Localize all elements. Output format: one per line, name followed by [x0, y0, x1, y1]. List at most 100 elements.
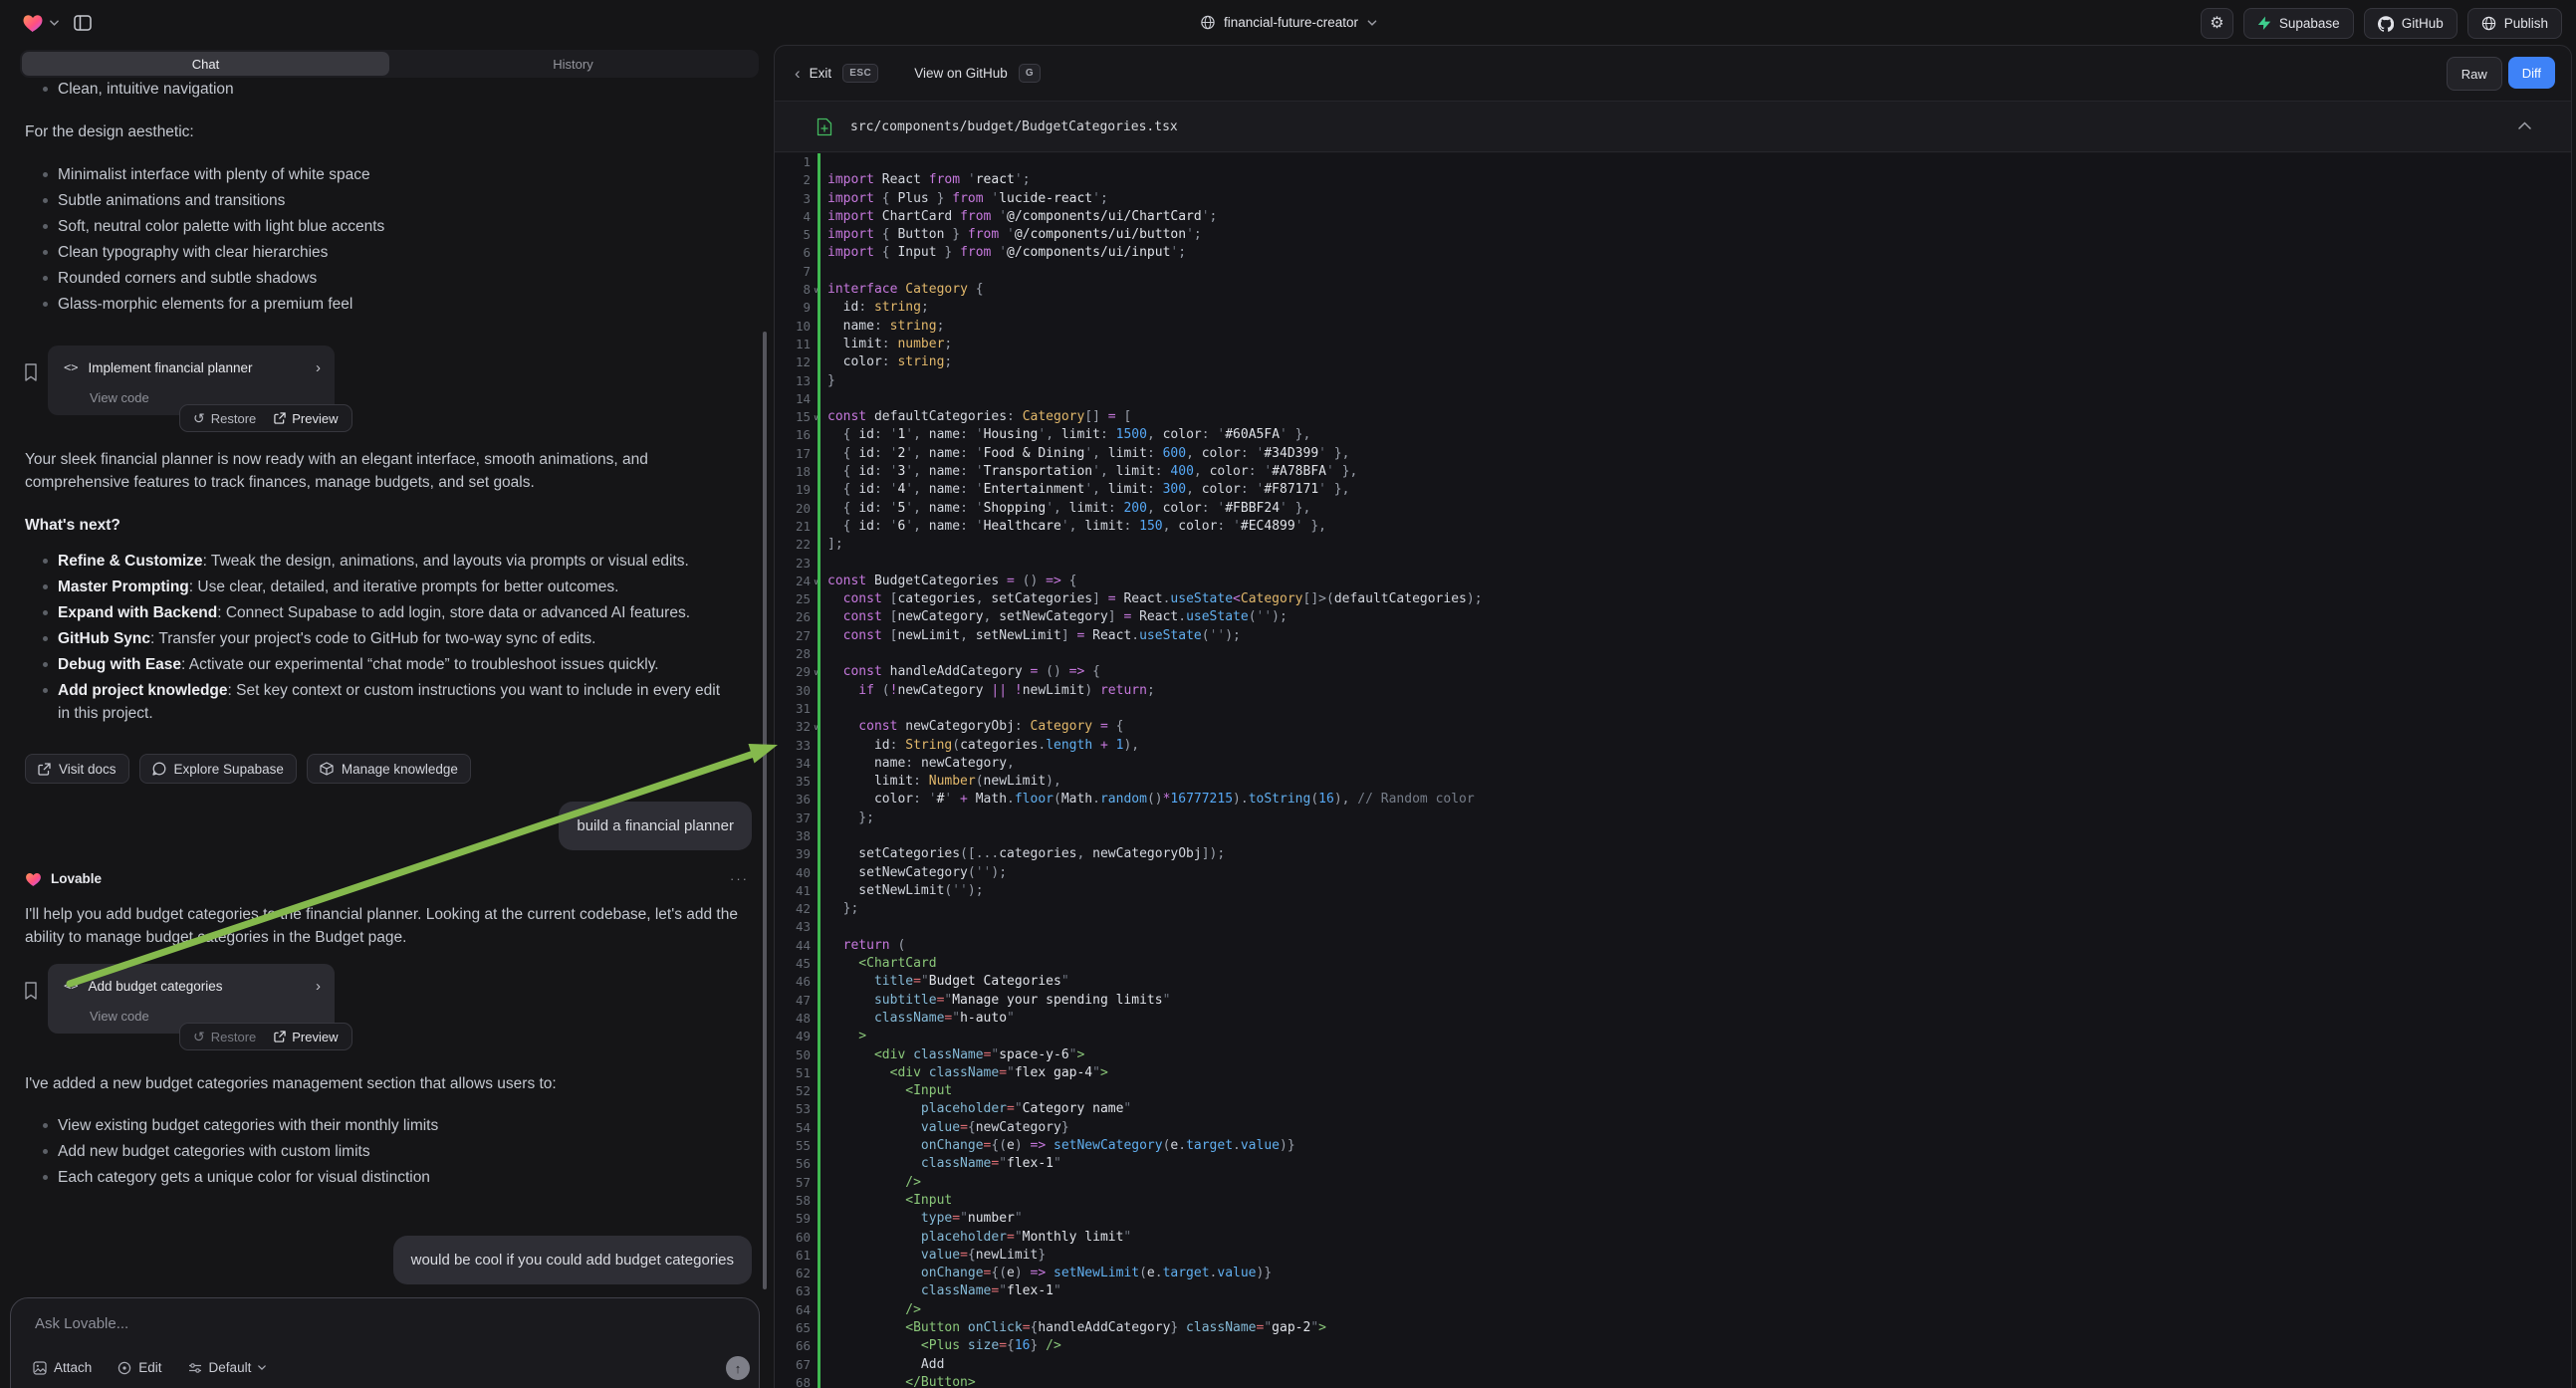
preview-button[interactable]: Preview: [274, 407, 338, 430]
line-number: 58: [775, 1192, 811, 1210]
restore-button[interactable]: ↺ Restore: [193, 407, 256, 430]
view-on-github-button[interactable]: View on GitHub: [914, 66, 1008, 81]
supabase-icon: [2257, 16, 2271, 31]
line-number: 53: [775, 1100, 811, 1118]
code-line: 50 <div className="space-y-6">: [775, 1046, 2571, 1064]
line-number: 44: [775, 937, 811, 955]
code-line: 2import React from 'react';: [775, 171, 2571, 189]
line-number: 39: [775, 845, 811, 863]
line-number: 19: [775, 481, 811, 499]
lovable-heart-icon: [25, 871, 42, 887]
edit-mode-button[interactable]: Edit: [117, 1356, 161, 1379]
list-item: Refine & Customize: Tweak the design, an…: [30, 550, 727, 573]
bookmark-icon[interactable]: [24, 363, 38, 381]
chevron-down-icon: [50, 20, 59, 26]
raw-button[interactable]: Raw: [2447, 57, 2502, 91]
toggle-sidebar-button[interactable]: [68, 8, 97, 37]
code-line: 52 <Input: [775, 1082, 2571, 1100]
manage-knowledge-label: Manage knowledge: [342, 758, 458, 781]
project-switcher[interactable]: financial-future-creator: [1200, 0, 1376, 45]
external-link-icon: [274, 1031, 286, 1042]
publish-button[interactable]: Publish: [2467, 8, 2562, 39]
code-line: 48 className="h-auto": [775, 1010, 2571, 1028]
explore-supabase-button[interactable]: Explore Supabase: [139, 754, 297, 784]
line-number: 9: [775, 299, 811, 317]
line-number: 60: [775, 1229, 811, 1247]
line-number: 7: [775, 263, 811, 281]
visit-docs-button[interactable]: Visit docs: [25, 754, 129, 784]
line-number: 42: [775, 900, 811, 918]
supabase-button[interactable]: Supabase: [2243, 8, 2354, 39]
tab-chat[interactable]: Chat: [22, 52, 389, 76]
diff-added-gutter: [818, 153, 820, 1388]
code-line: 42 };: [775, 900, 2571, 918]
message-menu-button[interactable]: ···: [730, 867, 749, 890]
chevron-down-icon: [1367, 20, 1376, 26]
restore-label: Restore: [211, 407, 257, 430]
chat-input[interactable]: [33, 1314, 535, 1333]
gear-icon: ⚙: [2210, 16, 2224, 32]
raw-diff-toggle: Raw Diff: [2447, 57, 2555, 91]
code-line: 58 <Input: [775, 1192, 2571, 1210]
version-card-title: Implement financial planner: [88, 356, 302, 379]
code-line: 9 id: string;: [775, 299, 2571, 317]
code-line: 28: [775, 645, 2571, 663]
version-actions: ↺ Restore Preview: [179, 404, 352, 432]
next-steps-list: Refine & Customize: Tweak the design, an…: [30, 550, 727, 728]
code-line: 57 />: [775, 1174, 2571, 1192]
list-item: Master Prompting: Use clear, detailed, a…: [30, 576, 727, 598]
preview-button[interactable]: Preview: [274, 1026, 338, 1048]
preview-label: Preview: [292, 407, 338, 430]
edit-label: Edit: [138, 1356, 161, 1379]
file-path-bar[interactable]: src/components/budget/BudgetCategories.t…: [775, 101, 2571, 152]
line-number: 3: [775, 190, 811, 208]
line-number: 4: [775, 208, 811, 226]
line-number: 20: [775, 500, 811, 518]
list-item: Clean typography with clear hierarchies: [30, 241, 732, 264]
restore-icon: ↺: [193, 1030, 205, 1043]
diff-button[interactable]: Diff: [2508, 57, 2555, 89]
list-item: Add project knowledge: Set key context o…: [30, 679, 727, 725]
code-line: 8∨interface Category {: [775, 281, 2571, 299]
send-button[interactable]: ↑: [726, 1356, 750, 1380]
back-chevron-icon[interactable]: ‹: [795, 64, 801, 84]
code-line: 1: [775, 153, 2571, 171]
list-item: Subtle animations and transitions: [30, 189, 732, 212]
line-number: 36: [775, 791, 811, 809]
code-line: 38: [775, 827, 2571, 845]
external-link-icon: [274, 412, 286, 424]
line-number: 23: [775, 555, 811, 573]
whats-next-heading: What's next?: [25, 514, 120, 537]
file-path: src/components/budget/BudgetCategories.t…: [850, 119, 1178, 134]
chevron-up-icon[interactable]: [2518, 121, 2531, 129]
lovable-logo-menu[interactable]: [22, 0, 59, 45]
code-line: 61 value={newLimit}: [775, 1247, 2571, 1265]
code-line: 4import ChartCard from '@/components/ui/…: [775, 208, 2571, 226]
code-view-panel: ‹ Exit ESC View on GitHub G Raw Diff src…: [774, 45, 2572, 1388]
github-button[interactable]: GitHub: [2364, 8, 2458, 39]
preview-label: Preview: [292, 1026, 338, 1048]
line-number: 22: [775, 536, 811, 554]
code-editor[interactable]: 12import React from 'react';3import { Pl…: [775, 153, 2571, 1388]
line-number: 1: [775, 153, 811, 171]
chat-scrollbar[interactable]: [763, 332, 767, 1289]
model-selector[interactable]: Default: [188, 1356, 267, 1379]
code-line: 22];: [775, 536, 2571, 554]
restore-button[interactable]: ↺ Restore: [193, 1026, 256, 1048]
list-item: Expand with Backend: Connect Supabase to…: [30, 601, 727, 624]
lovable-heart-icon: [22, 13, 44, 33]
code-line: 6import { Input } from '@/components/ui/…: [775, 244, 2571, 262]
manage-knowledge-button[interactable]: Manage knowledge: [307, 754, 471, 784]
tab-history[interactable]: History: [389, 52, 757, 76]
bookmark-icon[interactable]: [24, 982, 38, 1000]
code-line: 31: [775, 700, 2571, 718]
line-number: 26: [775, 608, 811, 626]
attach-button[interactable]: Attach: [33, 1356, 92, 1379]
file-added-icon: [817, 117, 832, 136]
code-line: 25 const [categories, setCategories] = R…: [775, 590, 2571, 608]
code-line: 51 <div className="flex gap-4">: [775, 1064, 2571, 1082]
chat-history-tabs: Chat History: [20, 50, 759, 78]
version-actions: ↺ Restore Preview: [179, 1023, 352, 1050]
exit-button[interactable]: Exit: [810, 66, 832, 81]
settings-button[interactable]: ⚙: [2201, 8, 2233, 39]
